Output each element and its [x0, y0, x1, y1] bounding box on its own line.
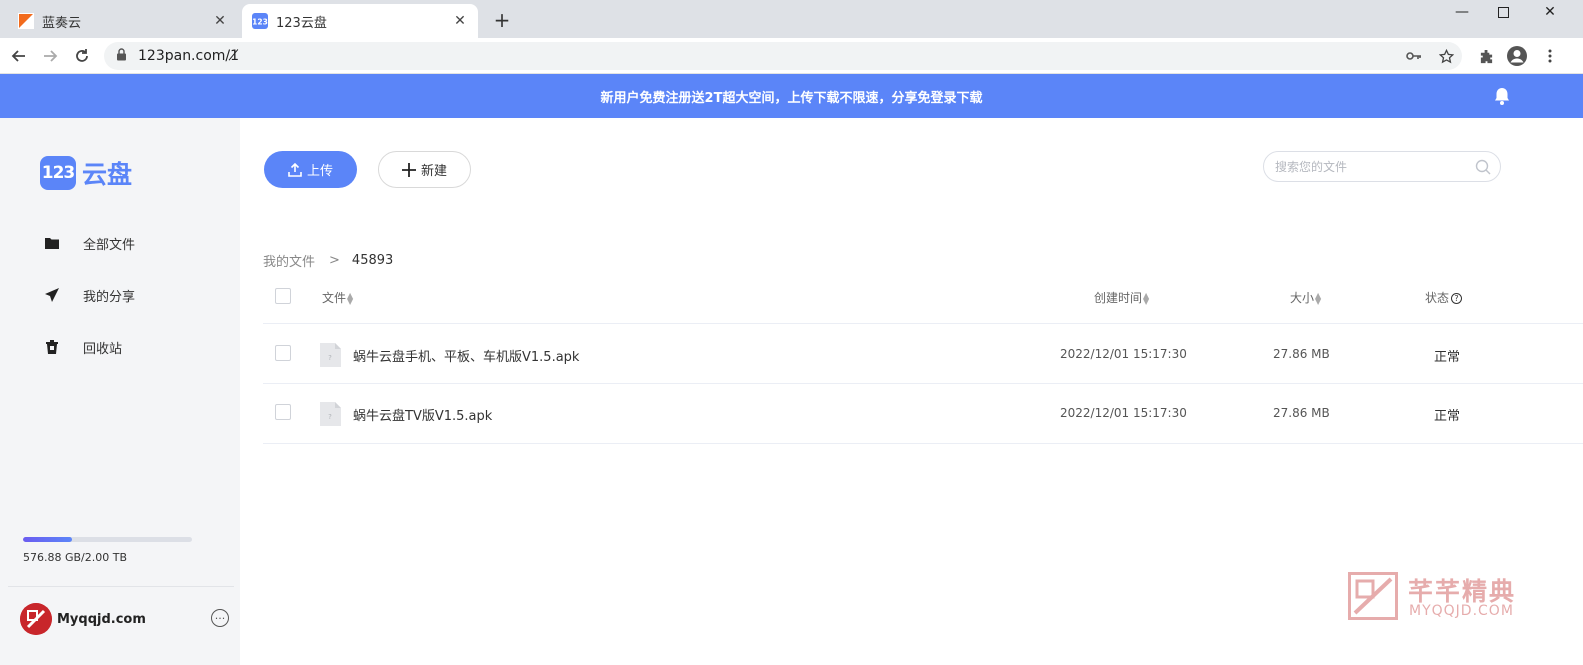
- svg-text:123: 123: [252, 18, 268, 27]
- address-bar[interactable]: 123pan.com/1̸: [104, 42, 1462, 70]
- row-checkbox[interactable]: [275, 345, 291, 361]
- reload-icon[interactable]: [69, 43, 95, 69]
- breadcrumb: 我的文件 > 45893: [263, 251, 393, 270]
- trash-icon: [44, 339, 60, 355]
- table-header: 文件▲ ▼ 创建时间▲ ▼ 大小▲ ▼ 状态?: [263, 283, 1583, 324]
- storage-progress-bar: [23, 537, 192, 542]
- unknown-file-icon: ?: [320, 343, 341, 367]
- file-created-time: 2022/12/01 15:17:30: [1060, 347, 1187, 361]
- breadcrumb-root[interactable]: 我的文件: [263, 251, 315, 270]
- svg-text:?: ?: [328, 413, 332, 421]
- user-profile[interactable]: Myqqjd.com: [20, 603, 146, 635]
- storage-usage-text: 576.88 GB/2.00 TB: [23, 551, 128, 564]
- file-status: 正常: [1434, 350, 1461, 365]
- new-button-label: 新建: [420, 163, 447, 178]
- sidebar-item-label: 回收站: [83, 341, 123, 357]
- minimize-icon[interactable]: —: [1439, 0, 1485, 24]
- promo-banner: 新用户免费注册送2T超大空间，上传下载不限速，分享免登录下载: [0, 74, 1583, 118]
- plus-icon: [401, 162, 416, 177]
- breadcrumb-current: 45893: [351, 253, 394, 268]
- sort-icon[interactable]: ▲ ▼: [1315, 291, 1321, 305]
- file-status: 正常: [1434, 409, 1461, 424]
- tab-lanzou[interactable]: 蓝奏云 ✕: [8, 4, 238, 38]
- select-all-checkbox[interactable]: [275, 288, 291, 304]
- file-size: 27.86 MB: [1273, 406, 1330, 420]
- extensions-icon[interactable]: [1472, 42, 1500, 70]
- new-button[interactable]: 新建: [378, 151, 471, 188]
- browser-menu-icon[interactable]: [1536, 42, 1564, 70]
- maximize-icon[interactable]: [1480, 0, 1526, 24]
- table-row[interactable]: ? 蜗牛云盘TV版V1.5.apk 2022/12/01 15:17:30 27…: [263, 384, 1583, 444]
- column-header-name[interactable]: 文件▲ ▼: [322, 289, 353, 306]
- tab-title: 蓝奏云: [42, 15, 82, 31]
- file-name[interactable]: 蜗牛云盘手机、平板、车机版V1.5.apk: [353, 346, 579, 365]
- tab-close-icon[interactable]: ✕: [210, 11, 230, 31]
- back-icon[interactable]: [6, 43, 32, 69]
- column-header-label: 创建时间: [1094, 291, 1143, 305]
- upload-icon: [288, 162, 302, 177]
- close-window-icon[interactable]: ✕: [1527, 0, 1573, 24]
- column-header-label: 大小: [1290, 291, 1315, 305]
- table-row[interactable]: ? 蜗牛云盘手机、平板、车机版V1.5.apk 2022/12/01 15:17…: [263, 324, 1583, 384]
- sidebar-divider: [8, 586, 234, 587]
- column-header-status: 状态?: [1425, 289, 1463, 306]
- profile-icon[interactable]: [1503, 42, 1531, 70]
- sidebar-item-label: 全部文件: [83, 237, 136, 253]
- watermark: 芊芊精典 MYQQJD.COM: [1348, 572, 1530, 620]
- column-header-size[interactable]: 大小▲ ▼: [1290, 289, 1321, 306]
- storage-progress-fill: [23, 537, 72, 542]
- tab-title: 123云盘: [276, 15, 327, 31]
- upload-button[interactable]: 上传: [264, 151, 357, 188]
- sort-icon[interactable]: ▲ ▼: [347, 291, 353, 305]
- more-options-icon[interactable]: ···: [211, 609, 229, 627]
- username: Myqqjd.com: [57, 611, 146, 627]
- bell-icon[interactable]: [1493, 86, 1511, 106]
- new-tab-icon[interactable]: +: [490, 8, 514, 32]
- browser-tab-strip: 蓝奏云 ✕ 123 123云盘 ✕ + — ✕: [0, 0, 1583, 38]
- breadcrumb-separator: >: [329, 253, 340, 268]
- watermark-logo-icon: [1348, 572, 1398, 620]
- upload-button-label: 上传: [306, 163, 333, 178]
- bookmark-star-icon[interactable]: [1432, 42, 1460, 70]
- sidebar-item-label: 我的分享: [83, 289, 136, 305]
- folder-icon: [44, 235, 60, 251]
- sidebar-item-recycle-bin[interactable]: 回收站: [44, 337, 122, 357]
- send-icon: [44, 287, 60, 303]
- browser-toolbar: 123pan.com/1̸: [0, 38, 1583, 74]
- help-icon[interactable]: ?: [1451, 293, 1463, 304]
- avatar[interactable]: [20, 603, 52, 635]
- svg-text:?: ?: [328, 354, 332, 362]
- key-icon[interactable]: [1400, 42, 1428, 70]
- promo-banner-text: 新用户免费注册送2T超大空间，上传下载不限速，分享免登录下载: [600, 90, 983, 106]
- column-header-label: 状态: [1425, 291, 1450, 305]
- sort-icon[interactable]: ▲ ▼: [1143, 291, 1149, 305]
- column-header-label: 文件: [322, 291, 347, 305]
- column-header-created[interactable]: 创建时间▲ ▼: [1094, 289, 1149, 306]
- lanzou-favicon-icon: [18, 13, 34, 29]
- search-box: [1263, 151, 1501, 182]
- 123pan-favicon-icon: 123: [252, 13, 268, 29]
- file-size: 27.86 MB: [1273, 347, 1330, 361]
- search-icon[interactable]: [1475, 159, 1491, 175]
- tab-close-icon[interactable]: ✕: [450, 11, 470, 31]
- forward-icon[interactable]: [37, 43, 63, 69]
- file-name[interactable]: 蜗牛云盘TV版V1.5.apk: [353, 405, 492, 424]
- logo-badge: 123: [40, 156, 76, 190]
- row-checkbox[interactable]: [275, 404, 291, 420]
- sidebar-item-all-files[interactable]: 全部文件: [44, 233, 135, 253]
- tab-123pan[interactable]: 123 123云盘 ✕: [242, 4, 478, 38]
- watermark-en-text: MYQQJD.COM: [1409, 603, 1514, 619]
- logo-text: 云盘: [82, 160, 133, 189]
- sidebar: 123 云盘 全部文件 我的分享 回收站 576.88 GB/2.00 TB M…: [0, 118, 240, 665]
- sidebar-item-my-shares[interactable]: 我的分享: [44, 285, 135, 305]
- file-created-time: 2022/12/01 15:17:30: [1060, 406, 1187, 420]
- search-input[interactable]: [1275, 158, 1470, 176]
- unknown-file-icon: ?: [320, 402, 341, 426]
- url-text: 123pan.com/1̸: [138, 48, 240, 64]
- lock-icon: [116, 48, 130, 64]
- app-logo[interactable]: 123 云盘: [40, 155, 132, 191]
